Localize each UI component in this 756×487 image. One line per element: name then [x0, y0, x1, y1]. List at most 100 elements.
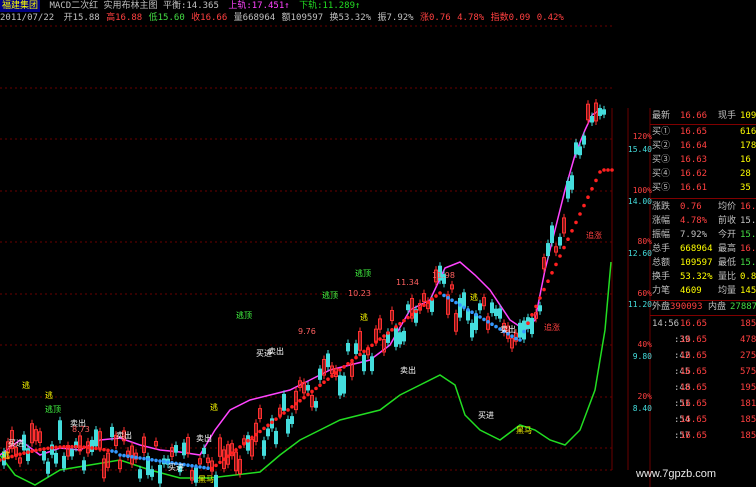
mid-dot: [210, 466, 214, 471]
mid-dot: [62, 445, 66, 449]
mid-dot: [594, 178, 598, 183]
mid-dot: [34, 448, 38, 453]
stat-row: 涨跌 0.76 均价 16.3: [650, 201, 756, 214]
mid-dot: [578, 212, 582, 216]
buy-row[interactable]: 买⑤ 16.61 35: [650, 182, 756, 195]
candle-body: [182, 442, 186, 456]
mid-dot: [70, 444, 74, 449]
buy-row[interactable]: 买② 16.64 178: [650, 140, 756, 153]
escape-mark: 逃: [45, 390, 53, 400]
candle-body: [570, 175, 574, 190]
escape-mark: 逃: [22, 380, 30, 390]
mid-dot: [82, 445, 86, 449]
candle-body: [402, 330, 406, 342]
candle-body: [274, 430, 278, 445]
mid-dot: [242, 442, 246, 446]
stat-label: 今开: [718, 230, 737, 240]
mid-dot: [46, 446, 50, 451]
divider: [650, 315, 756, 316]
tick-row: :45 16.65 575: [650, 366, 756, 379]
candle-body: [214, 474, 218, 487]
mid-dot: [306, 392, 310, 397]
candle-body: [90, 439, 94, 452]
outer-label: 外盘: [652, 302, 671, 312]
tick-row: 14:56 16.65 185: [650, 318, 756, 331]
stat-label: 量比: [718, 272, 737, 282]
mid-dot: [158, 459, 162, 463]
mid-dot: [598, 170, 602, 174]
axis-pct-label: 40%: [637, 340, 652, 349]
stat-label: 总手: [652, 244, 671, 254]
now-hand-label: 现手: [718, 111, 737, 121]
mid-dot: [258, 429, 262, 434]
mid-dot: [402, 318, 406, 323]
axis-price-label: 15.40: [627, 145, 652, 154]
divider: [650, 198, 756, 199]
candle-body: [362, 354, 366, 372]
price-label: 10.23: [348, 289, 371, 298]
candle-body: [70, 449, 74, 457]
candle-body: [394, 327, 398, 347]
lower-band-value: 下轨:11.289↑: [299, 1, 361, 11]
mid-dot: [542, 287, 546, 292]
mid-dot: [14, 453, 18, 458]
tick-volume: 275: [740, 351, 756, 361]
candle-body: [54, 452, 58, 464]
mid-dot: [10, 454, 14, 459]
candle-body: [282, 393, 286, 411]
buy-mark: 买进: [478, 411, 494, 420]
chase-mark: 追涨: [586, 230, 602, 240]
buy-row[interactable]: 买④ 16.62 28: [650, 168, 756, 181]
mid-dot: [94, 446, 98, 451]
stock-name[interactable]: 福建集团: [0, 0, 41, 12]
candle-body: [430, 299, 434, 312]
candle-body: [406, 304, 410, 311]
buy-volume: 35: [740, 183, 751, 193]
candle-body: [326, 353, 330, 368]
upper-band-value: 上轨:17.451↑: [228, 1, 290, 11]
chart-grid: [0, 25, 651, 487]
mid-dot: [154, 458, 158, 463]
buy-volume: 28: [740, 169, 751, 179]
mid-dot: [550, 271, 554, 275]
dark-horse-mark: 黑马: [198, 475, 214, 484]
mid-dot: [362, 349, 366, 354]
index-label: 指数0.09: [490, 13, 531, 23]
mid-dot: [442, 293, 446, 298]
mid-dot: [330, 374, 334, 378]
candle-body: [42, 451, 46, 461]
candle-body: [202, 447, 206, 454]
mid-dot: [98, 447, 102, 451]
mid-dot: [478, 315, 482, 319]
sell-mark: 卖出: [196, 433, 212, 443]
mid-dot: [438, 291, 442, 295]
stat-row: 涨幅 4.78% 前收 15.9: [650, 215, 756, 228]
latest-value: 16.66: [680, 111, 708, 121]
candle-body: [94, 429, 98, 447]
candle-body: [58, 420, 62, 441]
divider: [650, 124, 756, 125]
mid-dot: [298, 398, 302, 403]
stat-label: 换手: [652, 272, 671, 282]
mid-dot: [138, 456, 142, 460]
candle-body: [518, 322, 522, 338]
buy-row[interactable]: 买① 16.65 616: [650, 126, 756, 139]
tick-price: 16.65: [680, 351, 708, 361]
mid-dot: [534, 304, 538, 309]
mid-dot: [514, 336, 518, 341]
tick-price: 16.65: [680, 335, 708, 345]
indicator-title[interactable]: MACD二次红 实用布林主图 平衡:14.365: [49, 0, 218, 12]
buy-price: 16.65: [680, 127, 708, 137]
mid-dot: [194, 464, 198, 469]
quote-panel[interactable]: 最新 16.66 现手 1098 买① 16.65 616 买② 16.64 1…: [650, 108, 756, 487]
mid-dot: [386, 331, 390, 335]
stat-value: 0.76: [680, 202, 702, 212]
buy-row[interactable]: 买③ 16.63 16: [650, 154, 756, 167]
stat-row: 总手 668964 最高 16.8: [650, 243, 756, 256]
stat-row: 换手 53.32% 量比 0.8: [650, 271, 756, 284]
tick-volume: 185: [740, 319, 756, 329]
candle-body: [470, 322, 474, 338]
chase-mark: 追涨: [544, 322, 560, 332]
volume-label: 量668964: [233, 13, 276, 23]
buy-label: 买③: [652, 155, 671, 165]
